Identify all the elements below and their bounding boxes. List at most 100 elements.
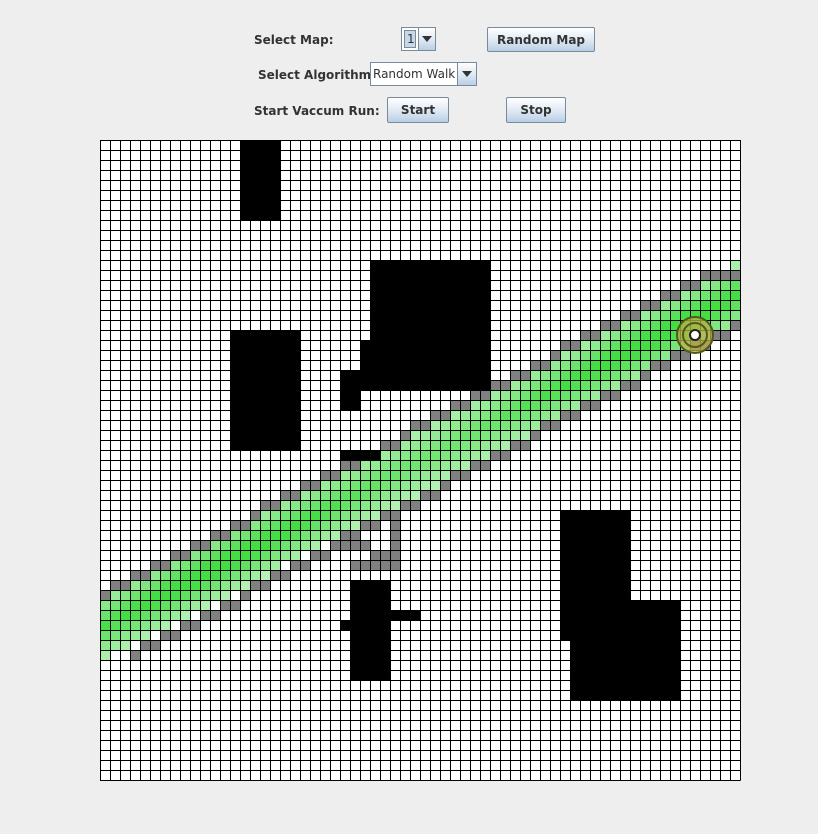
cleaned-cell: [240, 580, 250, 590]
cleaned-cell: [280, 540, 290, 550]
cleaned-cell: [660, 300, 670, 310]
cleaned-cell: [200, 570, 210, 580]
chevron-down-icon[interactable]: [418, 28, 435, 50]
cleaned-cell: [350, 470, 360, 480]
cleaned-cell: [720, 320, 730, 330]
trail-cell: [250, 510, 260, 520]
cleaned-cell: [320, 520, 330, 530]
trail-cell: [490, 450, 500, 460]
cleaned-cell: [290, 540, 300, 550]
cleaned-cell: [200, 580, 210, 590]
map-select[interactable]: 1: [401, 27, 436, 51]
cleaned-cell: [710, 310, 720, 320]
cleaned-cell: [450, 450, 460, 460]
cleaned-cell: [380, 490, 390, 500]
cleaned-cell: [280, 530, 290, 540]
cleaned-cell: [500, 390, 510, 400]
cleaned-cell: [150, 610, 160, 620]
trail-cell: [430, 410, 440, 420]
cleaned-cell: [360, 510, 370, 520]
trail-cell: [380, 510, 390, 520]
cleaned-cell: [300, 490, 310, 500]
cleaned-cell: [480, 400, 490, 410]
cleaned-cell: [580, 360, 590, 370]
cleaned-cell: [300, 510, 310, 520]
trail-cell: [390, 440, 400, 450]
cleaned-cell: [120, 590, 130, 600]
cleaned-cell: [110, 610, 120, 620]
cleaned-cell: [160, 570, 170, 580]
cleaned-cell: [300, 520, 310, 530]
cleaned-cell: [110, 600, 120, 610]
trail-cell: [470, 460, 480, 470]
cleaned-cell: [620, 330, 630, 340]
trail-cell: [640, 300, 650, 310]
cleaned-cell: [610, 330, 620, 340]
cleaned-cell: [310, 540, 320, 550]
trail-cell: [280, 490, 290, 500]
cleaned-cell: [480, 430, 490, 440]
cleaned-cell: [280, 520, 290, 530]
cleaned-cell: [180, 570, 190, 580]
cleaned-cell: [300, 500, 310, 510]
cleaned-cell: [100, 620, 110, 630]
cleaned-cell: [270, 530, 280, 540]
cleaned-cell: [100, 630, 110, 640]
cleaned-cell: [650, 320, 660, 330]
cleaned-cell: [170, 610, 180, 620]
cleaned-cell: [270, 560, 280, 570]
cleaned-cell: [350, 520, 360, 530]
trail-cell: [390, 510, 400, 520]
start-button[interactable]: Start: [387, 97, 449, 123]
cleaned-cell: [590, 370, 600, 380]
cleaned-cell: [540, 370, 550, 380]
trail-cell: [400, 500, 410, 510]
trail-cell: [660, 360, 670, 370]
cleaned-cell: [100, 640, 110, 650]
cleaned-cell: [550, 400, 560, 410]
cleaned-cell: [320, 500, 330, 510]
cleaned-cell: [500, 410, 510, 420]
cleaned-cell: [300, 530, 310, 540]
cleaned-cell: [640, 320, 650, 330]
trail-cell: [480, 460, 490, 470]
cleaned-cell: [720, 280, 730, 290]
cleaned-cell: [670, 310, 680, 320]
cleaned-cell: [630, 360, 640, 370]
cleaned-cell: [620, 350, 630, 360]
cleaned-cell: [610, 340, 620, 350]
cleaned-cell: [100, 610, 110, 620]
cleaned-cell: [200, 550, 210, 560]
trail-cell: [460, 400, 470, 410]
cleaned-cell: [240, 550, 250, 560]
cleaned-cell: [580, 380, 590, 390]
stop-button[interactable]: Stop: [506, 97, 566, 123]
cleaned-cell: [400, 440, 410, 450]
trail-cell: [120, 580, 130, 590]
trail-cell: [440, 410, 450, 420]
cleaned-cell: [150, 620, 160, 630]
trail-cell: [370, 560, 380, 570]
cleaned-cell: [180, 610, 190, 620]
trail-cell: [130, 570, 140, 580]
trail-cell: [730, 270, 740, 280]
cleaned-cell: [620, 370, 630, 380]
trail-cell: [540, 420, 550, 430]
cleaned-cell: [580, 370, 590, 380]
cleaned-cell: [350, 490, 360, 500]
trail-cell: [470, 390, 480, 400]
cleaned-cell: [240, 530, 250, 540]
cleaned-cell: [100, 650, 110, 660]
cleaned-cell: [230, 560, 240, 570]
cleaned-cell: [380, 500, 390, 510]
random-map-button[interactable]: Random Map: [487, 27, 595, 52]
cleaned-cell: [590, 380, 600, 390]
cleaned-cell: [260, 510, 270, 520]
cleaned-cell: [500, 400, 510, 410]
cleaned-cell: [240, 560, 250, 570]
trail-cell: [250, 580, 260, 590]
cleaned-cell: [340, 520, 350, 530]
cleaned-cell: [460, 430, 470, 440]
chevron-down-icon[interactable]: [457, 63, 476, 85]
algorithm-select[interactable]: Random Walk: [370, 62, 477, 86]
